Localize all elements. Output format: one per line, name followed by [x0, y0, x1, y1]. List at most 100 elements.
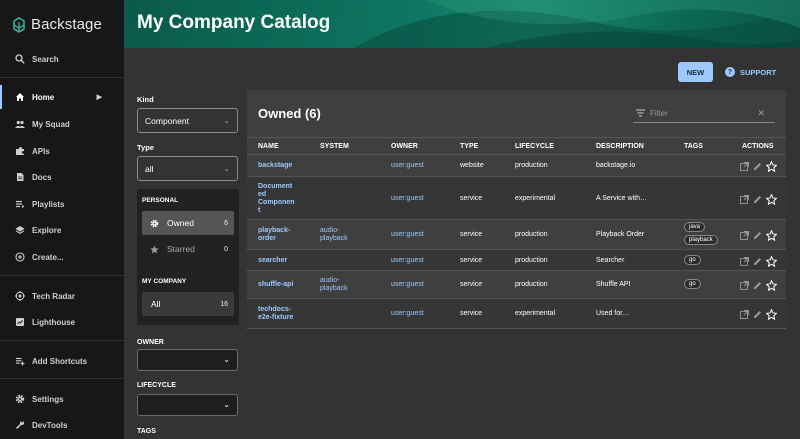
clear-icon[interactable]: ✕	[757, 108, 765, 119]
system-link[interactable]: audio- playback	[320, 227, 370, 243]
sidebar-item-label: Tech Radar	[32, 291, 75, 301]
type-cell: service	[460, 231, 483, 238]
starred-count: 0	[224, 245, 228, 253]
sidebar-item-label: Settings	[32, 394, 64, 404]
sidebar-item-add-shortcuts[interactable]: Add Shortcuts	[0, 349, 124, 373]
open-external-icon[interactable]	[740, 195, 749, 204]
radar-icon	[14, 290, 26, 302]
open-external-icon[interactable]	[740, 231, 749, 240]
sidebar-item-tech-radar[interactable]: Tech Radar	[0, 284, 124, 308]
open-external-icon[interactable]	[740, 310, 749, 319]
build-icon	[14, 419, 26, 431]
kind-select[interactable]: Component ⌄	[137, 108, 238, 133]
owned-filter-item[interactable]: Owned 6	[142, 211, 234, 235]
column-header-tags[interactable]: TAGS	[684, 143, 703, 150]
sidebar-item-apis[interactable]: APIs	[0, 139, 124, 163]
gear-icon	[150, 219, 160, 228]
sidebar-item-settings[interactable]: Settings	[0, 387, 124, 411]
sidebar-item-explore[interactable]: Explore	[0, 218, 124, 242]
sidebar-item-label: Add Shortcuts	[32, 356, 88, 366]
entity-name-link[interactable]: backstage	[258, 162, 308, 170]
description-cell: Playback Order	[596, 231, 645, 238]
sidebar: Backstage Search Home ▶ My Squad APIs Do…	[0, 0, 124, 439]
support-button[interactable]: ? SUPPORT	[725, 62, 776, 82]
owner-link[interactable]: user:guest	[391, 257, 424, 264]
lifecycle-cell: production	[515, 162, 548, 169]
row-actions	[740, 230, 781, 241]
owned-label: Owned	[167, 218, 194, 228]
chevron-right-icon: ▶	[96, 94, 102, 101]
type-label: Type	[137, 143, 154, 152]
column-header-actions[interactable]: ACTIONS	[742, 143, 774, 150]
star-icon[interactable]	[766, 309, 777, 320]
entity-name-link[interactable]: Document ed Componen t	[258, 183, 308, 215]
owner-link[interactable]: user:guest	[391, 281, 424, 288]
owner-link[interactable]: user:guest	[391, 195, 424, 202]
edit-icon[interactable]	[753, 310, 762, 319]
table-row: playback- order audio- playback user:guest…	[247, 220, 786, 250]
sidebar-item-create[interactable]: Create...	[0, 245, 124, 269]
open-external-icon[interactable]	[740, 281, 749, 290]
lifecycle-label: LIFECYCLE	[137, 382, 176, 389]
system-link[interactable]: audio- playback	[320, 277, 370, 293]
edit-icon[interactable]	[753, 257, 762, 266]
type-value: all	[145, 163, 154, 174]
lighthouse-icon	[14, 316, 26, 328]
owner-select[interactable]: ⌄	[137, 349, 238, 371]
column-header-description[interactable]: DESCRIPTION	[596, 143, 644, 150]
edit-icon[interactable]	[753, 162, 762, 171]
table-filter-input[interactable]: Filter ✕	[633, 104, 775, 123]
star-icon[interactable]	[766, 280, 777, 291]
starred-label: Starred	[167, 244, 195, 254]
entity-name-link[interactable]: techdocs- e2e-fixture	[258, 306, 308, 322]
sidebar-item-lighthouse[interactable]: Lighthouse	[0, 310, 124, 334]
sidebar-item-label: Docs	[32, 172, 52, 182]
new-button[interactable]: NEW	[678, 62, 713, 82]
description-cell: Searcher	[596, 257, 625, 264]
table-row: shuffle-api audio- playback user:guest serv…	[247, 271, 786, 299]
all-filter-item[interactable]: All 16	[142, 292, 234, 316]
sidebar-item-label: APIs	[32, 146, 50, 156]
type-cell: service	[460, 281, 483, 288]
column-header-name[interactable]: NAME	[258, 143, 279, 150]
column-header-lifecycle[interactable]: LIFECYCLE	[515, 143, 554, 150]
lifecycle-cell: experimental	[515, 195, 556, 202]
entity-name-link[interactable]: shuffle-api	[258, 281, 308, 289]
edit-icon[interactable]	[753, 195, 762, 204]
column-header-system[interactable]: SYSTEM	[320, 143, 349, 150]
star-icon[interactable]	[766, 230, 777, 241]
owner-link[interactable]: user:guest	[391, 231, 424, 238]
sidebar-item-search[interactable]: Search	[0, 47, 124, 71]
backstage-logo[interactable]: Backstage	[12, 16, 102, 33]
row-actions	[740, 280, 781, 291]
sidebar-item-devtools[interactable]: DevTools	[0, 413, 124, 437]
sidebar-item-my-squad[interactable]: My Squad	[0, 112, 124, 136]
column-header-owner[interactable]: OWNER	[391, 143, 418, 150]
edit-icon[interactable]	[753, 281, 762, 290]
owner-link[interactable]: user:guest	[391, 310, 424, 317]
star-icon[interactable]	[766, 194, 777, 205]
owner-link[interactable]: user:guest	[391, 162, 424, 169]
starred-filter-item[interactable]: Starred 0	[142, 237, 234, 261]
entity-name-link[interactable]: searcher	[258, 257, 308, 265]
open-external-icon[interactable]	[740, 162, 749, 171]
sidebar-item-home[interactable]: Home ▶	[0, 85, 124, 109]
row-actions	[740, 194, 781, 205]
lifecycle-cell: production	[515, 257, 548, 264]
column-header-type[interactable]: TYPE	[460, 143, 478, 150]
logo-text: Backstage	[31, 16, 102, 33]
lifecycle-select[interactable]: ⌄	[137, 394, 238, 416]
sidebar-item-docs[interactable]: Docs	[0, 165, 124, 189]
table-row: Document ed Componen t user:guest service e…	[247, 177, 786, 220]
sidebar-item-playlists[interactable]: Playlists	[0, 192, 124, 216]
star-icon[interactable]	[766, 256, 777, 267]
star-icon[interactable]	[766, 161, 777, 172]
entity-name-link[interactable]: playback- order	[258, 227, 308, 243]
page-header: My Company Catalog	[124, 0, 800, 48]
lifecycle-cell: production	[515, 281, 548, 288]
open-external-icon[interactable]	[740, 257, 749, 266]
edit-icon[interactable]	[753, 231, 762, 240]
type-select[interactable]: all ⌄	[137, 156, 238, 181]
tags-label: TAGS	[137, 428, 156, 435]
tag-chip: java	[684, 222, 706, 232]
